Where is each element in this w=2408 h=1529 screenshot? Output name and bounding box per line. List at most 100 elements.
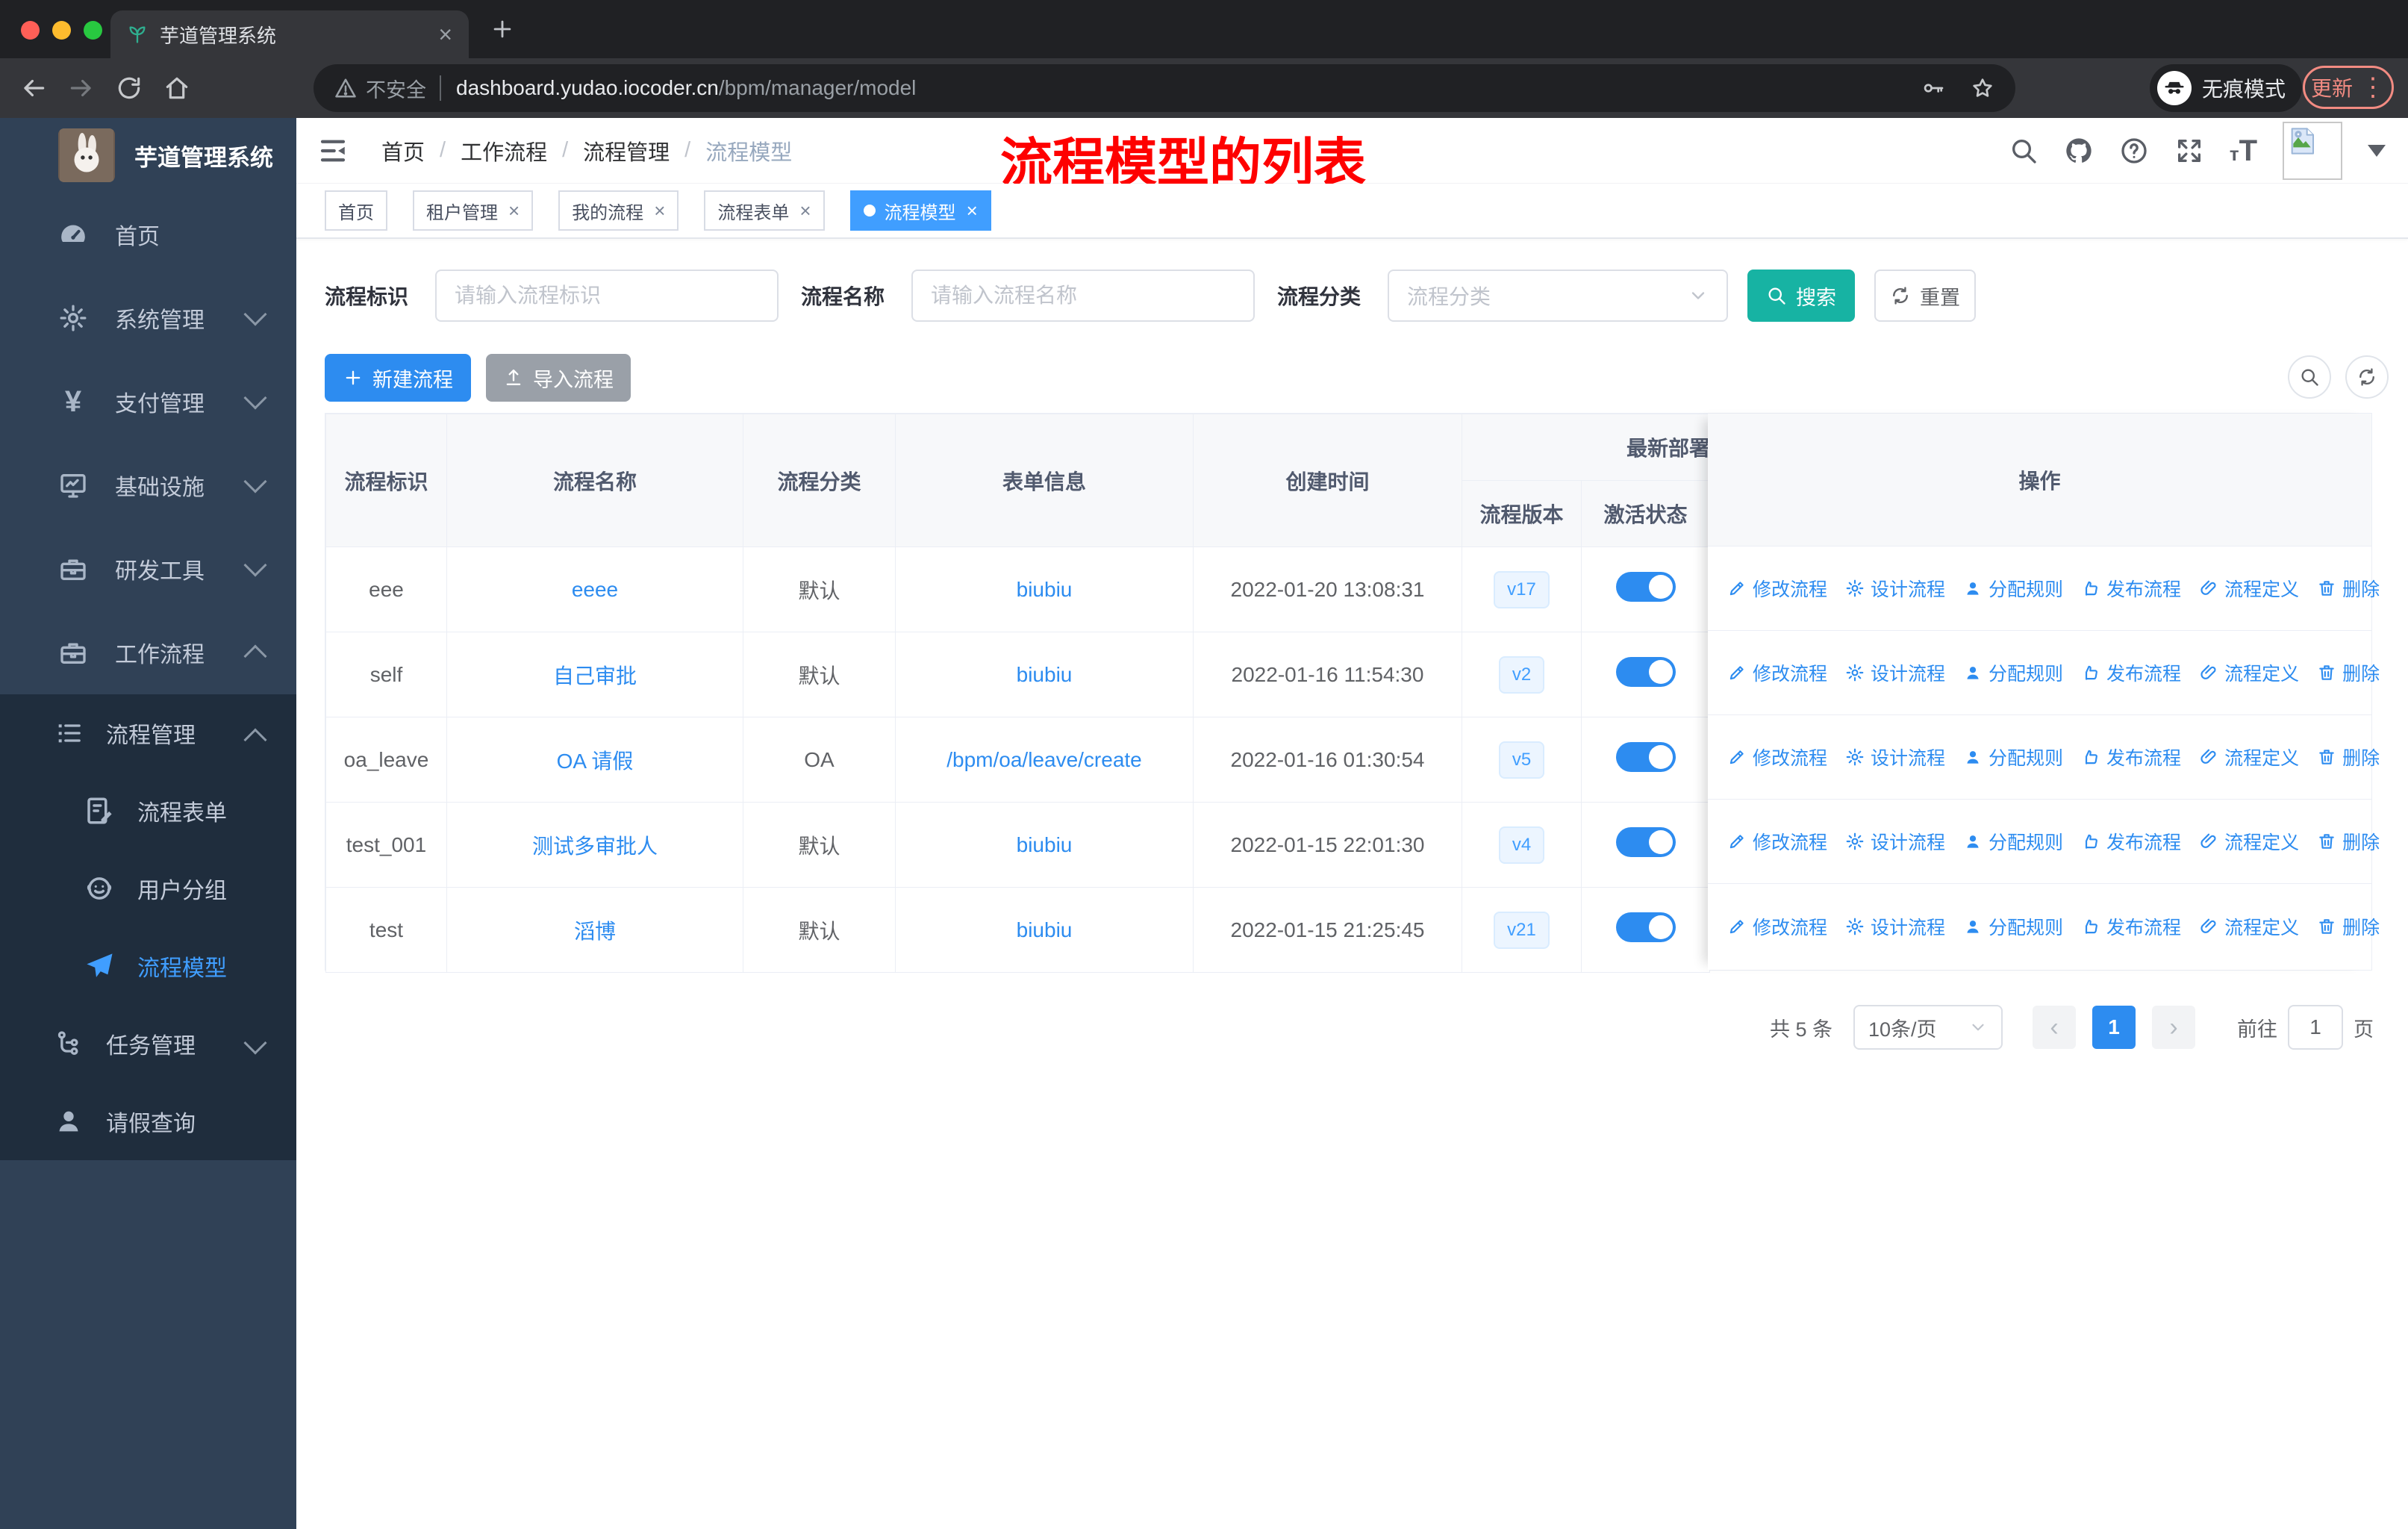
assign-rule-link[interactable]: 分配规则 [1963,744,2063,770]
close-icon[interactable]: × [654,199,665,222]
reset-button[interactable]: 重置 [1874,270,1977,322]
goto-page-input[interactable] [2288,1005,2343,1050]
avatar[interactable] [2283,122,2342,180]
form-info-link[interactable]: biubiu [1017,578,1073,601]
breadcrumb-process-mgmt[interactable]: 流程管理 [583,135,670,166]
active-toggle[interactable] [1615,827,1676,857]
prev-page-button[interactable]: ‹ [2033,1006,2076,1049]
github-icon[interactable] [2064,136,2094,166]
reload-button[interactable] [115,74,143,102]
show-search-toggle-button[interactable] [2288,355,2331,399]
sidebar-item-payment[interactable]: ¥ 支付管理 [0,360,296,443]
active-toggle[interactable] [1615,912,1676,942]
sidebar-item-workflow[interactable]: 工作流程 [0,611,296,694]
sidebar-item-system[interactable]: 系统管理 [0,276,296,360]
close-icon[interactable]: × [799,199,811,222]
sidebar-item-leave-query[interactable]: 请假查询 [0,1083,296,1160]
avatar-caret-icon[interactable] [2368,145,2386,157]
assign-rule-link[interactable]: 分配规则 [1963,913,2063,940]
publish-process-link[interactable]: 发布流程 [2081,744,2181,770]
delete-link[interactable]: 删除 [2317,913,2380,940]
assign-rule-link[interactable]: 分配规则 [1963,575,2063,602]
fullscreen-icon[interactable] [2174,136,2204,166]
forward-button[interactable] [67,74,96,102]
edit-process-link[interactable]: 修改流程 [1727,575,1827,602]
active-toggle[interactable] [1615,572,1676,602]
sidebar-item-process-form[interactable]: 流程表单 [0,772,296,850]
design-process-link[interactable]: 设计流程 [1845,828,1945,855]
publish-process-link[interactable]: 发布流程 [2081,659,2181,686]
password-key-icon[interactable] [1921,76,1945,100]
delete-link[interactable]: 删除 [2317,575,2380,602]
active-toggle[interactable] [1615,657,1676,687]
tag-process-model[interactable]: 流程模型 × [849,190,991,231]
process-name-link[interactable]: 自己审批 [553,664,637,688]
process-name-link[interactable]: 滔博 [574,920,616,943]
sidebar-item-infra[interactable]: 基础设施 [0,443,296,527]
delete-link[interactable]: 删除 [2317,828,2380,855]
address-bar[interactable]: 不安全 dashboard.yudao.iocoder.cn /bpm/mana… [314,64,2015,112]
process-definition-link[interactable]: 流程定义 [2199,913,2299,940]
browser-update-menu-button[interactable]: 更新 ⋮ [2303,66,2394,109]
form-info-link[interactable]: biubiu [1017,663,1073,686]
breadcrumb-workflow[interactable]: 工作流程 [461,135,547,166]
new-tab-button[interactable] [490,16,515,42]
search-icon[interactable] [2009,136,2039,166]
publish-process-link[interactable]: 发布流程 [2081,913,2181,940]
delete-link[interactable]: 删除 [2317,659,2380,686]
process-name-link[interactable]: 测试多审批人 [532,835,658,858]
page-number-button[interactable]: 1 [2092,1006,2136,1049]
edit-process-link[interactable]: 修改流程 [1727,828,1827,855]
sidebar-item-devtools[interactable]: 研发工具 [0,527,296,611]
edit-process-link[interactable]: 修改流程 [1727,744,1827,770]
tag-tenant[interactable]: 租户管理 × [413,190,534,231]
sidebar-item-process-mgmt[interactable]: 流程管理 [0,694,296,772]
sidebar-collapse-icon[interactable] [317,135,349,166]
assign-rule-link[interactable]: 分配规则 [1963,659,2063,686]
design-process-link[interactable]: 设计流程 [1845,659,1945,686]
back-button[interactable] [19,74,48,102]
tab-close-icon[interactable]: × [438,22,452,46]
assign-rule-link[interactable]: 分配规则 [1963,828,2063,855]
close-window-button[interactable] [21,21,40,40]
create-process-button[interactable]: 新建流程 [325,354,471,402]
publish-process-link[interactable]: 发布流程 [2081,828,2181,855]
design-process-link[interactable]: 设计流程 [1845,575,1945,602]
active-toggle[interactable] [1615,742,1676,772]
close-icon[interactable]: × [967,199,978,222]
process-id-input[interactable] [435,270,779,322]
sidebar-item-user-group[interactable]: 用户分组 [0,850,296,927]
sidebar-item-home[interactable]: 首页 [0,193,296,276]
design-process-link[interactable]: 设计流程 [1845,913,1945,940]
process-name-link[interactable]: OA 请假 [557,750,634,773]
refresh-table-button[interactable] [2345,355,2389,399]
form-info-link[interactable]: /bpm/oa/leave/create [946,748,1142,771]
process-definition-link[interactable]: 流程定义 [2199,828,2299,855]
form-info-link[interactable]: biubiu [1017,833,1073,856]
process-definition-link[interactable]: 流程定义 [2199,659,2299,686]
page-size-select[interactable]: 10条/页 [1853,1005,2003,1050]
sidebar-item-process-model[interactable]: 流程模型 [0,927,296,1005]
form-info-link[interactable]: biubiu [1017,918,1073,941]
tag-my-process[interactable]: 我的流程 × [558,190,679,231]
tag-home[interactable]: 首页 [325,190,387,231]
process-name-link[interactable]: eeee [572,578,618,601]
bookmark-star-icon[interactable] [1971,76,1994,100]
tag-process-form[interactable]: 流程表单 × [704,190,825,231]
process-name-input[interactable] [911,270,1256,322]
search-button[interactable]: 搜索 [1747,270,1856,322]
process-definition-link[interactable]: 流程定义 [2199,575,2299,602]
insecure-label[interactable]: 不安全 [366,74,426,103]
delete-link[interactable]: 删除 [2317,744,2380,770]
browser-tab[interactable]: 芋道管理系统 × [110,10,469,58]
edit-process-link[interactable]: 修改流程 [1727,913,1827,940]
sidebar-item-task-mgmt[interactable]: 任务管理 [0,1005,296,1083]
process-definition-link[interactable]: 流程定义 [2199,744,2299,770]
category-select[interactable]: 流程分类 [1388,270,1729,322]
import-process-button[interactable]: 导入流程 [486,354,631,402]
help-icon[interactable] [2119,136,2149,166]
edit-process-link[interactable]: 修改流程 [1727,659,1827,686]
next-page-button[interactable]: › [2152,1006,2195,1049]
maximize-window-button[interactable] [84,21,102,40]
close-icon[interactable]: × [508,199,520,222]
